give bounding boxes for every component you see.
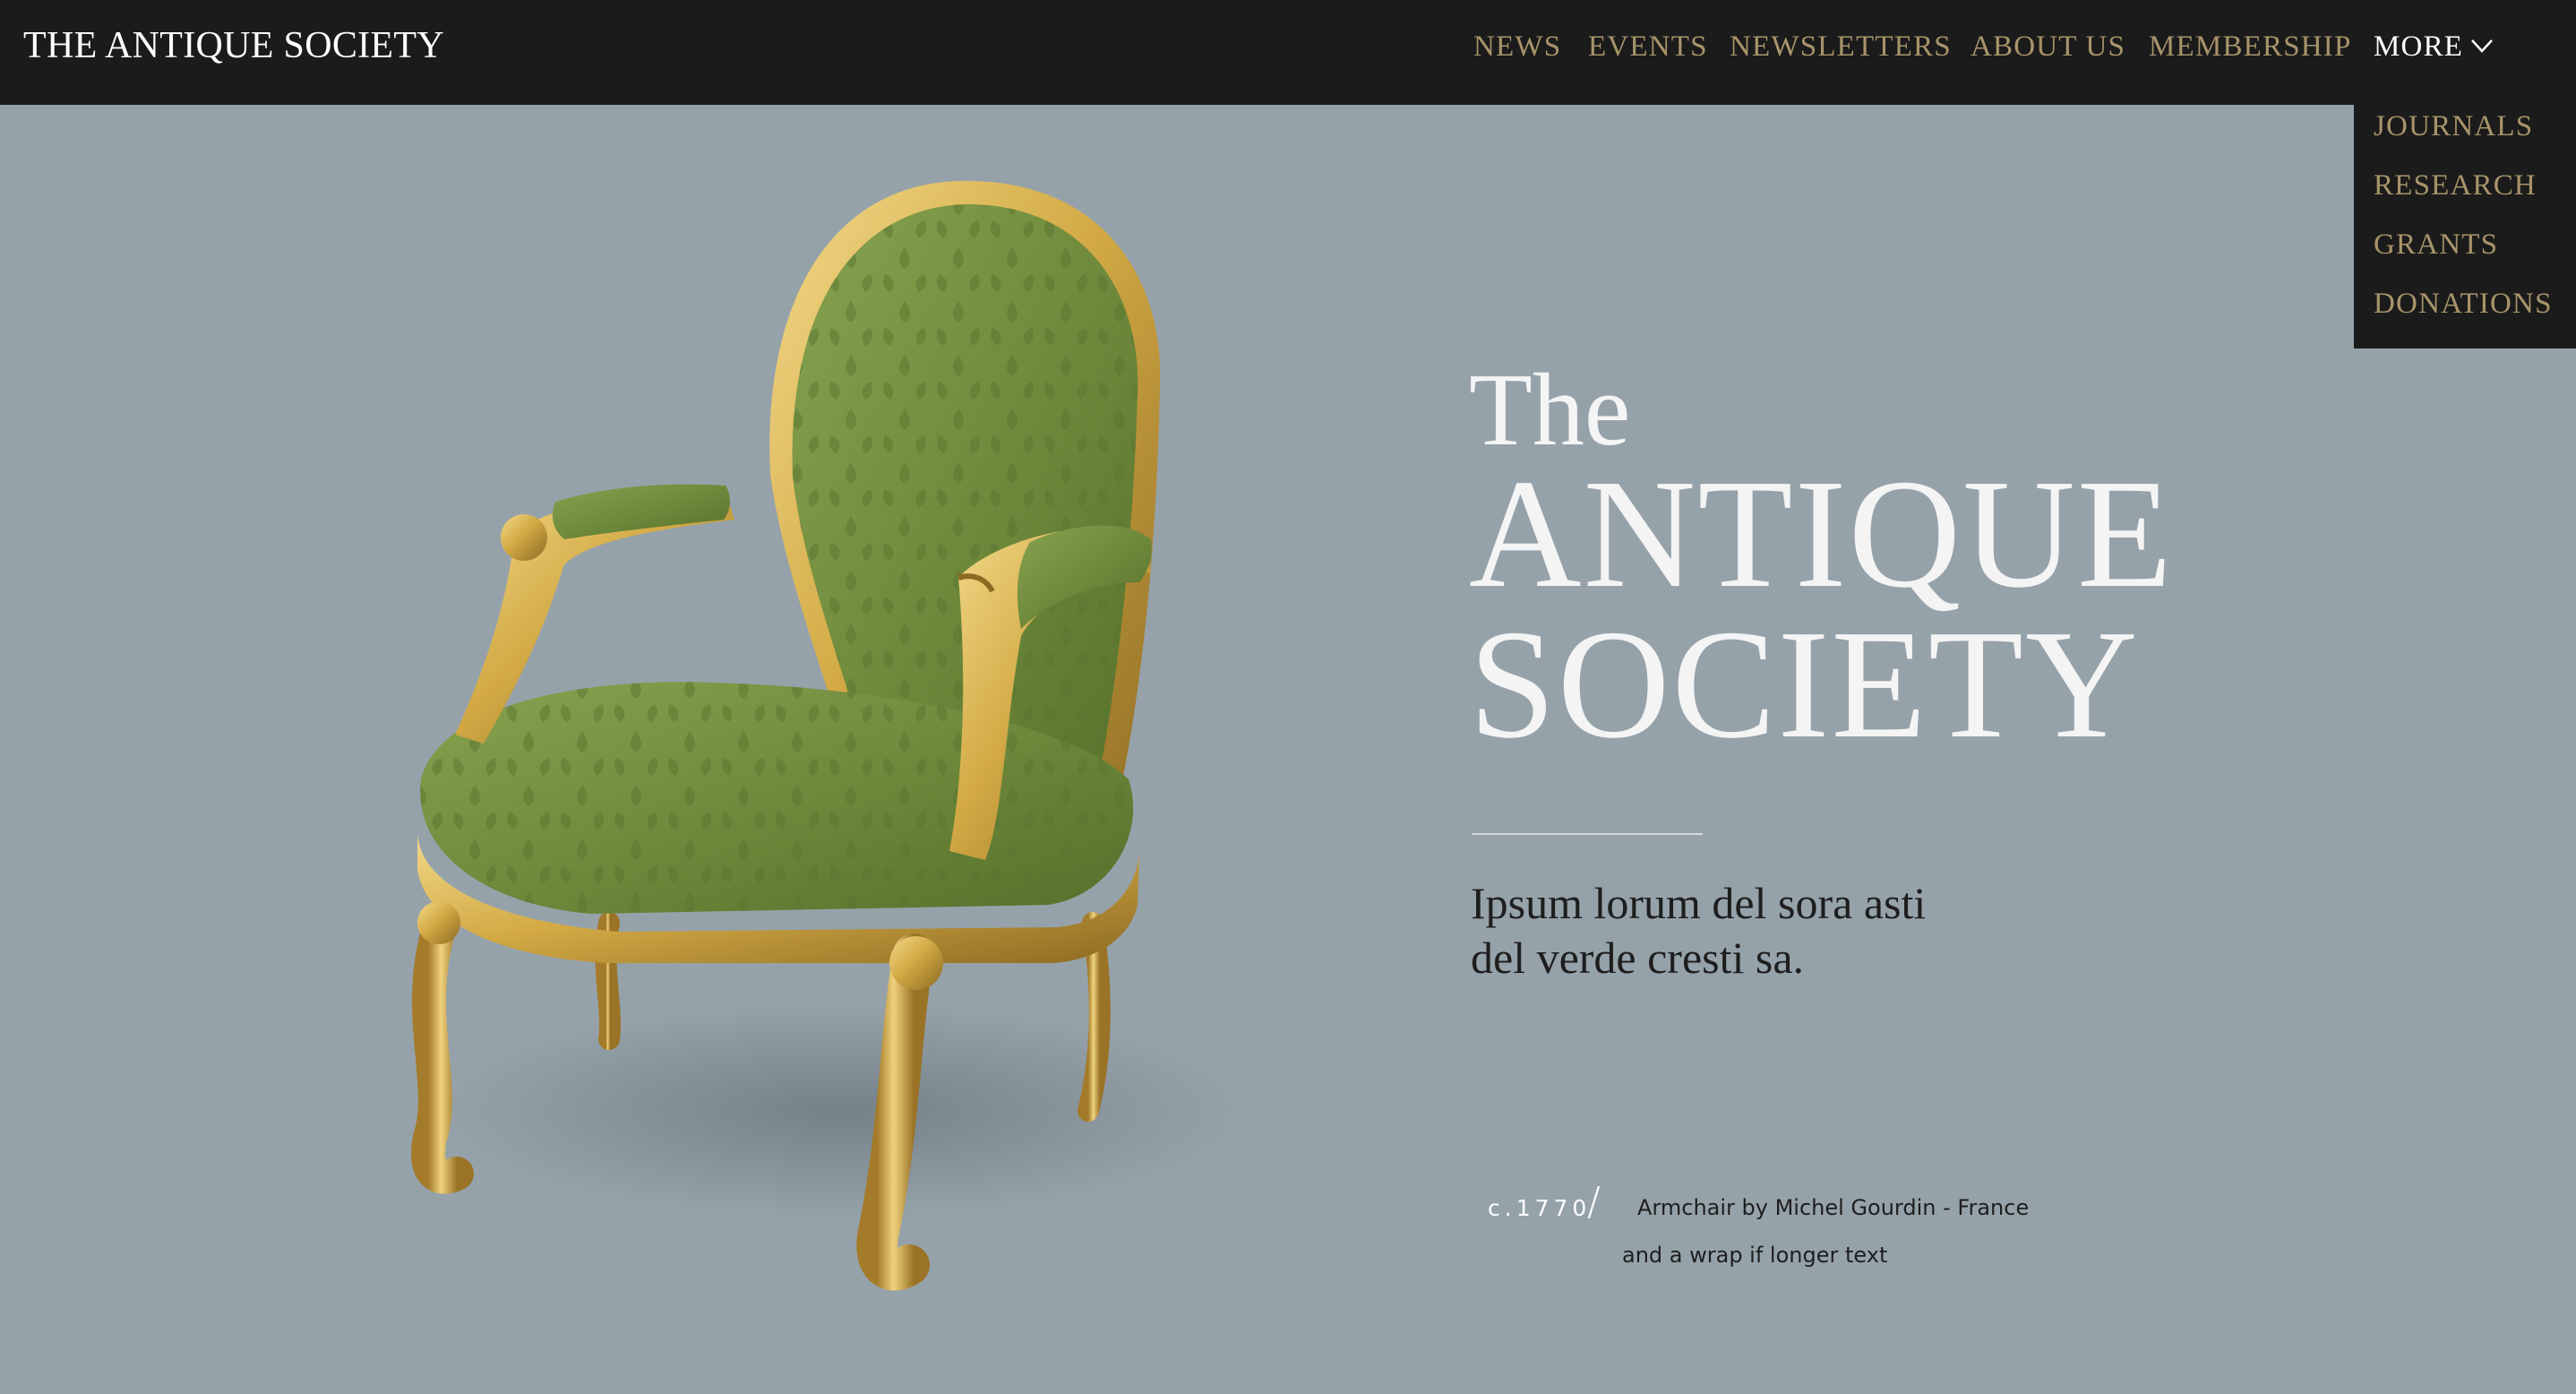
nav-membership[interactable]: MEMBERSHIP xyxy=(2149,30,2352,64)
armchair-photo xyxy=(411,180,1245,1291)
menu-item-research[interactable]: RESEARCH xyxy=(2374,169,2537,202)
menu-item-grants[interactable]: GRANTS xyxy=(2374,228,2498,262)
tagline-line-1: Ipsum lorum del sora asti xyxy=(1471,878,1927,928)
nav-more-button[interactable]: MORE xyxy=(2374,30,2494,64)
nav-about-us[interactable]: ABOUT US xyxy=(1971,30,2125,64)
menu-item-journals[interactable]: JOURNALS xyxy=(2374,110,2533,143)
nav-events[interactable]: EVENTS xyxy=(1588,30,1708,64)
hero-title: ANTIQUE SOCIETY xyxy=(1469,447,2175,770)
hero-title-line-2: SOCIETY xyxy=(1469,598,2140,770)
nav-newsletters[interactable]: NEWSLETTERS xyxy=(1730,30,1952,64)
caption-line-2: and a wrap if longer text xyxy=(1622,1243,1888,1268)
hero-title-line-1: ANTIQUE xyxy=(1469,447,2175,620)
hero-divider xyxy=(1472,833,1703,835)
caption-year: c.1770 xyxy=(1488,1195,1592,1221)
nav-more-label: MORE xyxy=(2374,30,2464,63)
nav-news[interactable]: NEWS xyxy=(1473,30,1561,64)
main-nav: NEWS EVENTS NEWSLETTERS ABOUT US MEMBERS… xyxy=(0,30,2576,68)
hero-tagline: Ipsum lorum del sora asti del verde cres… xyxy=(1471,876,2044,985)
chevron-down-icon xyxy=(2471,39,2494,54)
caption-separator: / xyxy=(1587,1179,1601,1225)
menu-item-donations[interactable]: DONATIONS xyxy=(2374,288,2553,321)
tagline-line-2: del verde cresti sa. xyxy=(1471,933,1805,983)
top-navigation-bar: THE ANTIQUE SOCIETY NEWS EVENTS NEWSLETT… xyxy=(0,0,2576,105)
more-dropdown-menu: JOURNALS RESEARCH GRANTS DONATIONS xyxy=(2354,105,2576,348)
caption-line-1: Armchair by Michel Gourdin - France xyxy=(1637,1195,2030,1220)
